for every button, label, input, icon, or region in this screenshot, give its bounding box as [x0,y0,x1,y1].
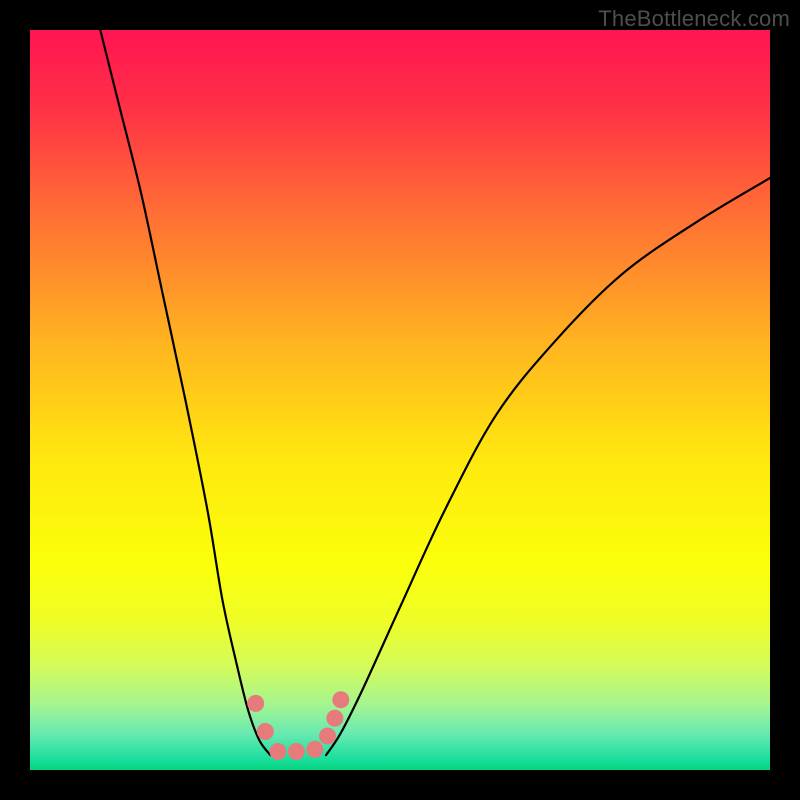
marker-point [332,691,349,708]
marker-point [306,741,323,758]
marker-point [257,723,274,740]
watermark-text: TheBottleneck.com [598,6,790,32]
marker-point [247,695,264,712]
marker-point [288,743,305,760]
marker-point [269,743,286,760]
chart-frame: TheBottleneck.com [0,0,800,800]
plot-area [30,30,770,770]
gradient-backdrop [30,30,770,770]
marker-point [326,710,343,727]
plot-svg [30,30,770,770]
marker-point [319,727,336,744]
